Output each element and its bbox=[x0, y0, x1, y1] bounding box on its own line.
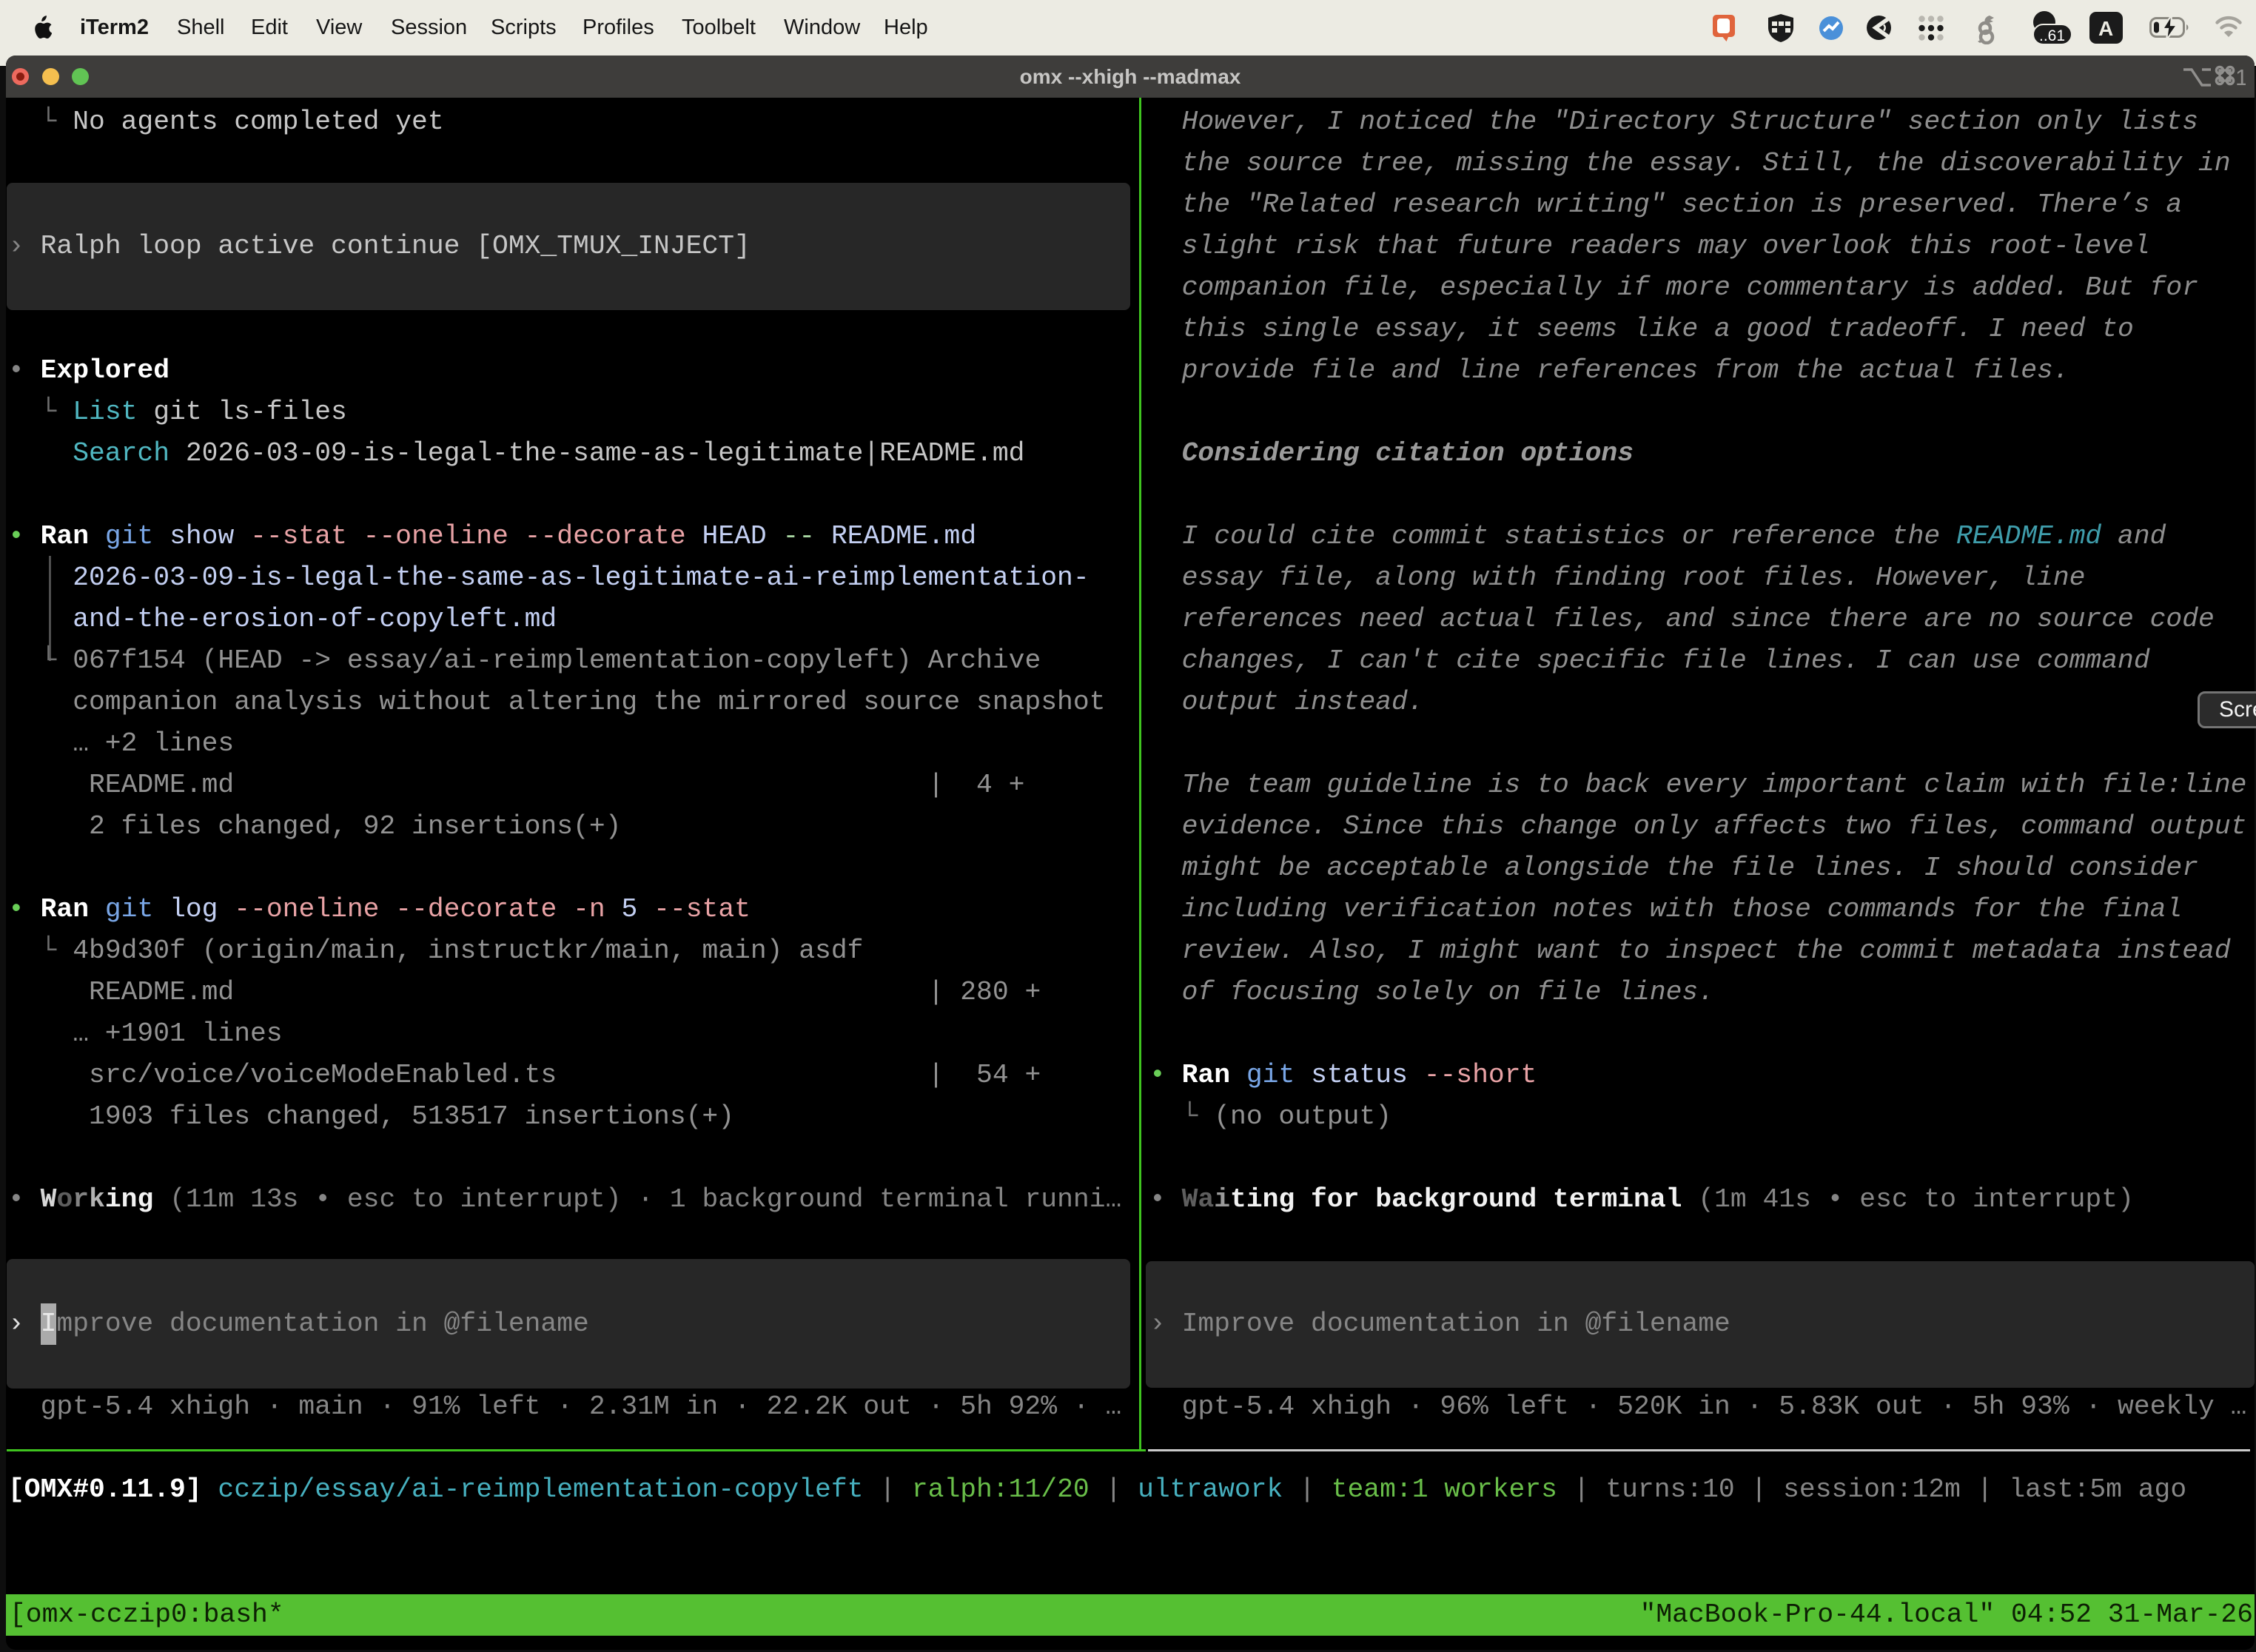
svg-text:1: 1 bbox=[2235, 64, 2246, 90]
svg-text:..61: ..61 bbox=[2039, 27, 2065, 44]
svg-text:A: A bbox=[2098, 17, 2113, 40]
